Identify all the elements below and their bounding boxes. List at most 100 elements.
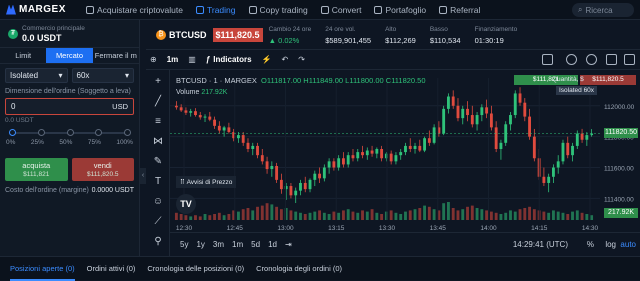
period-1y[interactable]: 1y	[196, 240, 204, 249]
candle-body	[585, 135, 589, 140]
price-chart[interactable]: 112000.00 111800.00 111600.00 111400.00 12:3…	[170, 70, 640, 256]
camera-icon[interactable]	[624, 54, 635, 65]
fullscreen-icon[interactable]	[606, 54, 617, 65]
candle-body	[489, 113, 493, 128]
buy-button[interactable]: acquista $111,821	[5, 158, 68, 181]
stat-value: $112,269	[385, 35, 416, 45]
candle-body	[523, 102, 527, 117]
period-3m[interactable]: 3m	[213, 240, 224, 249]
volume-bar	[174, 212, 178, 220]
leverage-select[interactable]: 60x ▾	[71, 68, 134, 83]
goto-date-icon[interactable]: ⇥	[285, 240, 292, 249]
pattern-icon[interactable]: ⋈	[152, 136, 164, 148]
log-scale-toggle[interactable]: log	[605, 240, 616, 249]
convert-icon	[320, 5, 329, 14]
period-5d[interactable]: 5d	[251, 240, 260, 249]
crosshair-icon[interactable]: +	[152, 76, 164, 88]
emoji-icon[interactable]: ☺	[152, 196, 164, 208]
utc-clock[interactable]: 14:29:41 (UTC)	[513, 240, 568, 249]
slider-step[interactable]	[124, 129, 131, 136]
candle-body	[351, 155, 355, 159]
trendline-icon[interactable]: ╱	[152, 96, 164, 108]
nav-item-referral[interactable]: Referral	[439, 5, 480, 15]
tab-limit[interactable]: Limit	[0, 48, 46, 63]
search-input[interactable]: ⌕ Ricerca	[572, 3, 634, 17]
size-slider[interactable]	[9, 128, 131, 138]
candle-body	[413, 145, 417, 149]
volume-bar	[217, 212, 221, 220]
undo-icon[interactable]: ↶	[281, 55, 288, 64]
tab-order-history[interactable]: Cronologia degli ordini (0)	[256, 257, 342, 281]
slider-step[interactable]	[37, 129, 45, 136]
interval-button[interactable]: 1m	[167, 55, 179, 64]
x-tick-label: 13:45	[430, 225, 447, 232]
candle-body	[365, 150, 369, 156]
search-icon[interactable]	[566, 54, 577, 65]
card-icon	[86, 5, 94, 14]
candle-body	[575, 133, 579, 146]
text-icon[interactable]: T	[152, 176, 164, 188]
tab-open-positions[interactable]: Posizioni aperte (0)	[10, 257, 75, 281]
order-size-label: Dimensione dell'ordine (Soggetto a leva)	[5, 88, 131, 95]
zoom-icon[interactable]: ⚲	[152, 236, 164, 248]
add-symbol-button[interactable]: ⊕	[150, 55, 157, 64]
volume-bar	[265, 203, 269, 220]
nav-item-buy-crypto[interactable]: Acquistare criptovalute	[86, 5, 183, 15]
indicators-label: Indicators	[213, 55, 252, 64]
chart-symbol-line: BTCUSD · 1 · MARGEX	[176, 76, 257, 85]
slider-handle[interactable]	[9, 129, 16, 136]
nav-item-convert[interactable]: Convert	[320, 5, 361, 15]
tradingview-logo[interactable]: TV	[176, 194, 196, 214]
order-cost-label: Costo dell'ordine (margine)	[5, 187, 89, 194]
stat-change-24h: Cambio 24 ore ▲ 0.02%	[269, 24, 312, 46]
period-5y[interactable]: 5y	[180, 240, 188, 249]
candle-body	[294, 190, 298, 196]
slider-step[interactable]	[95, 129, 103, 136]
copy-icon	[248, 5, 257, 14]
tab-active-orders[interactable]: Ordini attivi (0)	[87, 257, 136, 281]
nav-item-copy-trading[interactable]: Copy trading	[248, 5, 308, 15]
candle-body	[346, 155, 350, 165]
candle-body	[208, 116, 212, 120]
margin-mode-select[interactable]: Isolated ▾	[5, 68, 68, 83]
brand-logo[interactable]: MARGEX	[0, 4, 86, 15]
redo-icon[interactable]: ↷	[298, 55, 305, 64]
search-placeholder: Ricerca	[585, 5, 613, 15]
volume-bar	[489, 211, 493, 220]
period-1m[interactable]: 1m	[232, 240, 243, 249]
brush-icon[interactable]: ✎	[152, 156, 164, 168]
candle-body	[442, 108, 446, 134]
ruler-icon[interactable]: ⟋	[152, 216, 164, 228]
indicators-button[interactable]: ƒ Indicators	[206, 55, 252, 64]
alert-icon[interactable]: ⚡	[262, 55, 272, 64]
layout-icon[interactable]	[542, 54, 553, 65]
slider-step[interactable]	[66, 129, 74, 136]
fib-icon[interactable]: ≡	[152, 116, 164, 128]
candle-body	[256, 145, 259, 156]
ohlc-low: 111800.00	[349, 76, 384, 85]
tab-market[interactable]: Mercato	[46, 48, 93, 63]
quick-sell-button[interactable]: $111,820.5	[580, 75, 636, 85]
candle-body	[509, 115, 512, 125]
volume-bar	[270, 204, 274, 220]
volume-bar	[590, 215, 594, 220]
sell-button[interactable]: vendi $111,820.5	[71, 158, 134, 181]
price-alerts-button[interactable]: ⠿ Avvisi di Prezzo	[176, 176, 237, 188]
candlestick-chart[interactable]: 112000.00 111800.00 111600.00 111400.00 12:3…	[170, 70, 640, 256]
account-selector[interactable]: ₮ Commercio principale 0.0 USDT	[0, 20, 139, 48]
period-1d[interactable]: 1d	[268, 240, 277, 249]
nav-item-trading[interactable]: Trading	[196, 5, 236, 15]
amount-value: 0	[11, 102, 16, 111]
tab-stop[interactable]: Fermare il m	[93, 48, 139, 63]
gear-icon[interactable]	[586, 54, 597, 65]
symbol-selector[interactable]: BTCUSD	[169, 30, 207, 40]
percent-scale-toggle[interactable]: %	[587, 240, 594, 249]
candle-body	[279, 179, 283, 190]
candle-body	[275, 165, 279, 180]
chart-type-icon[interactable]: ▥	[188, 55, 196, 64]
order-amount-input[interactable]: 0 USD	[5, 98, 134, 115]
nav-item-portfolio[interactable]: Portafoglio	[374, 5, 426, 15]
auto-scale-toggle[interactable]: auto	[620, 240, 636, 249]
tab-position-history[interactable]: Cronologia delle posizioni (0)	[147, 257, 244, 281]
tether-icon: ₮	[8, 28, 18, 39]
